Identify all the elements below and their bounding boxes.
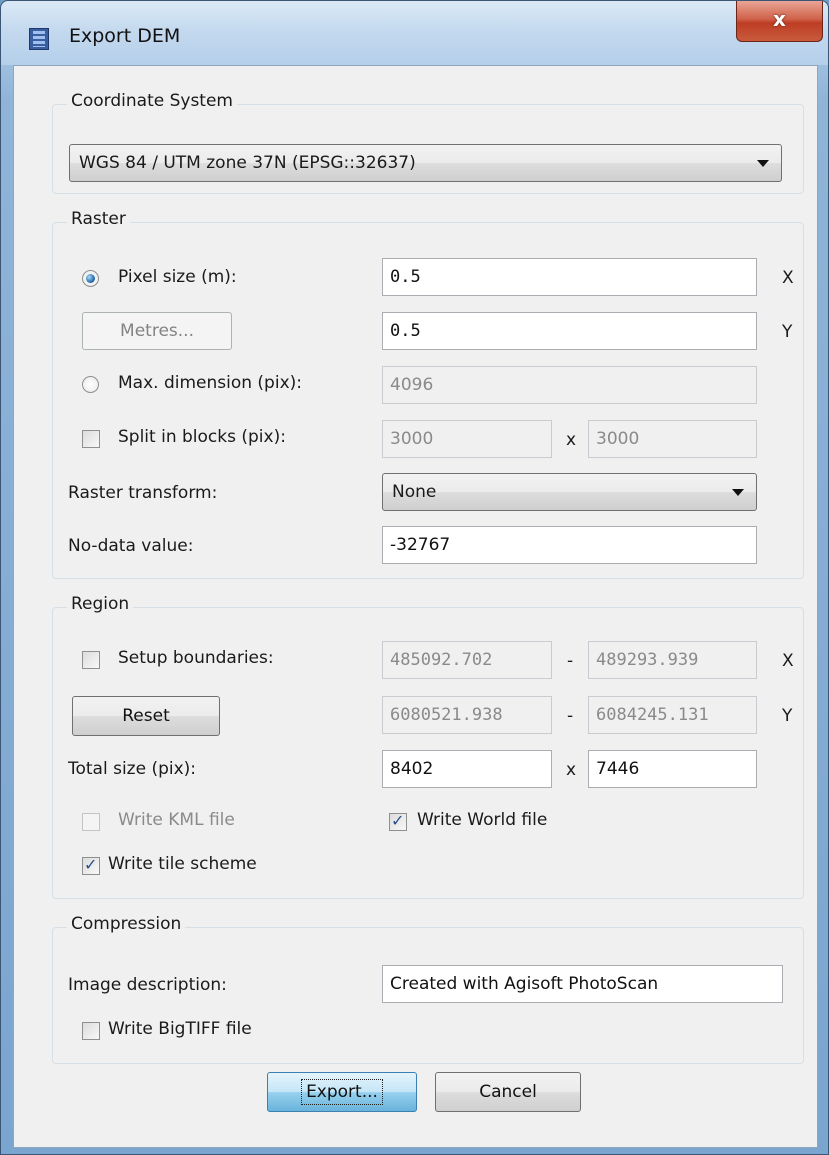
write-kml-checkbox[interactable] <box>82 813 100 831</box>
region-group-label: Region <box>67 594 134 614</box>
split-blocks-separator: x <box>566 430 577 450</box>
raster-group: Raster Pixel size (m): 0.5 X Metres... 0… <box>52 209 804 579</box>
max-dimension-radio[interactable] <box>82 376 99 393</box>
total-size-separator: x <box>566 760 577 780</box>
total-height-input[interactable]: 7446 <box>588 750 757 788</box>
region-axis-y-label: Y <box>782 706 793 726</box>
write-bigtiff-checkbox[interactable] <box>82 1022 100 1040</box>
region-axis-x-label: X <box>782 651 794 671</box>
compression-group: Compression Image description: Created w… <box>52 914 804 1064</box>
axis-y-label: Y <box>782 322 793 342</box>
split-blocks-label: Split in blocks (pix): <box>118 427 286 447</box>
total-width-input[interactable]: 8402 <box>382 750 552 788</box>
y-max-input[interactable]: 6084245.131 <box>588 696 757 734</box>
write-tile-scheme-checkbox[interactable] <box>82 855 100 875</box>
total-size-label: Total size (pix): <box>68 759 197 779</box>
metres-button[interactable]: Metres... <box>82 312 232 350</box>
coordinate-system-selected: WGS 84 / UTM zone 37N (EPSG::32637) <box>79 153 416 173</box>
pixel-size-radio[interactable] <box>82 270 99 287</box>
write-kml-label: Write KML file <box>118 810 235 830</box>
setup-boundaries-checkbox[interactable] <box>82 651 100 669</box>
coordinate-system-select[interactable]: WGS 84 / UTM zone 37N (EPSG::32637) <box>69 144 782 182</box>
x-min-input[interactable]: 485092.702 <box>382 641 552 679</box>
write-world-checkbox[interactable] <box>389 811 407 831</box>
region-group: Region Setup boundaries: 485092.702 - 48… <box>52 594 804 899</box>
raster-transform-selected: None <box>392 482 437 502</box>
title-bar[interactable]: Export DEM <box>1 1 828 65</box>
export-button-label: Export... <box>301 1079 383 1105</box>
raster-group-label: Raster <box>67 209 130 229</box>
film-strip-icon <box>29 28 49 50</box>
y-range-separator: - <box>567 706 574 726</box>
x-range-separator: - <box>567 651 574 671</box>
dialog-client-area: Coordinate System WGS 84 / UTM zone 37N … <box>13 65 818 1148</box>
axis-x-label: X <box>782 268 794 288</box>
raster-transform-select[interactable]: None <box>382 473 757 511</box>
export-button[interactable]: Export... <box>267 1072 417 1112</box>
split-blocks-width-input[interactable]: 3000 <box>382 420 552 458</box>
image-description-input[interactable]: Created with Agisoft PhotoScan <box>382 965 783 1003</box>
chevron-down-icon <box>757 160 769 167</box>
close-button[interactable]: x <box>736 1 823 42</box>
write-bigtiff-label: Write BigTIFF file <box>108 1019 252 1039</box>
max-dimension-label: Max. dimension (pix): <box>118 373 302 393</box>
reset-button[interactable]: Reset <box>72 696 220 736</box>
cancel-button[interactable]: Cancel <box>435 1072 581 1112</box>
write-tile-scheme-label: Write tile scheme <box>108 854 257 874</box>
nodata-label: No-data value: <box>68 536 194 556</box>
window-title: Export DEM <box>69 25 181 47</box>
compression-group-label: Compression <box>67 914 186 934</box>
dialog-window: Export DEM x Coordinate System WGS 84 / … <box>0 0 829 1155</box>
coordinate-system-group-label: Coordinate System <box>67 91 237 111</box>
split-blocks-height-input[interactable]: 3000 <box>588 420 757 458</box>
pixel-size-label: Pixel size (m): <box>118 267 237 287</box>
pixel-size-x-input[interactable]: 0.5 <box>382 258 757 296</box>
chevron-down-icon <box>732 489 744 496</box>
image-description-label: Image description: <box>68 975 227 995</box>
setup-boundaries-label: Setup boundaries: <box>118 648 274 668</box>
raster-transform-label: Raster transform: <box>68 483 218 503</box>
pixel-size-y-input[interactable]: 0.5 <box>382 312 757 350</box>
nodata-input[interactable]: -32767 <box>382 526 757 564</box>
y-min-input[interactable]: 6080521.938 <box>382 696 552 734</box>
x-max-input[interactable]: 489293.939 <box>588 641 757 679</box>
coordinate-system-group: Coordinate System WGS 84 / UTM zone 37N … <box>52 91 804 194</box>
write-world-label: Write World file <box>417 810 548 830</box>
split-blocks-checkbox[interactable] <box>82 430 100 448</box>
max-dimension-input[interactable]: 4096 <box>382 366 757 404</box>
